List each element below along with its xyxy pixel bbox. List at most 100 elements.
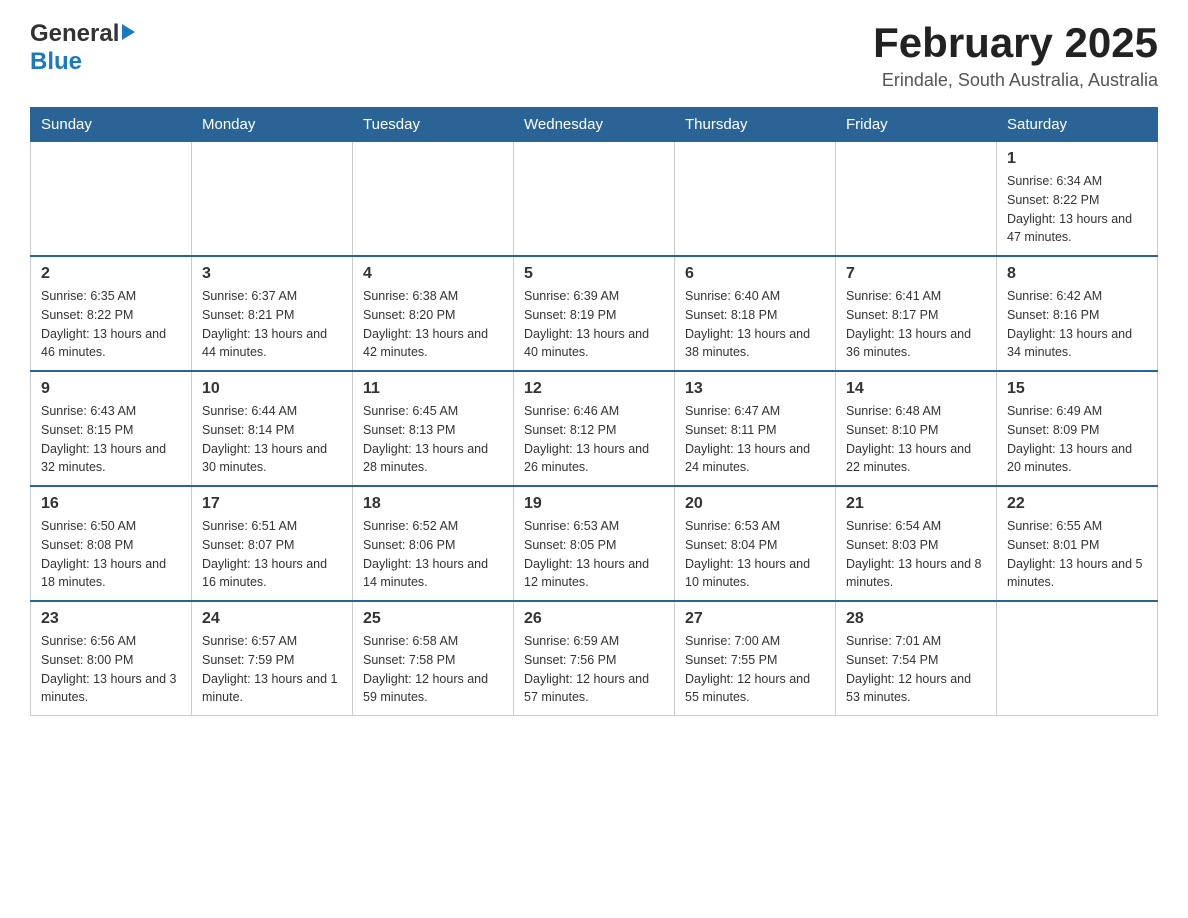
col-friday: Friday xyxy=(836,108,997,142)
calendar-week-row: 9Sunrise: 6:43 AMSunset: 8:15 PMDaylight… xyxy=(31,371,1158,486)
calendar-cell: 24 Sunrise: 6:57 AMSunset: 7:59 PMDayligh… xyxy=(192,601,353,716)
calendar-cell: 25Sunrise: 6:58 AMSunset: 7:58 PMDayligh… xyxy=(353,601,514,716)
calendar-cell: 27 Sunrise: 7:00 AMSunset: 7:55 PMDayligh… xyxy=(675,601,836,716)
calendar-cell xyxy=(192,142,353,257)
col-saturday: Saturday xyxy=(997,108,1158,142)
day-number: 24 xyxy=(202,610,342,628)
logo-general-text: General xyxy=(30,20,119,48)
day-info: Sunrise: 7:00 AMSunset: 7:55 PMDaylight:… xyxy=(685,632,825,707)
day-number: 20 xyxy=(685,495,825,513)
day-info: Sunrise: 6:41 AMSunset: 8:17 PMDaylight:… xyxy=(846,287,986,362)
calendar-cell: 14Sunrise: 6:48 AMSunset: 8:10 PMDayligh… xyxy=(836,371,997,486)
day-info: Sunrise: 6:34 AMSunset: 8:22 PMDaylight:… xyxy=(1007,172,1147,247)
col-sunday: Sunday xyxy=(31,108,192,142)
calendar-cell: 23 Sunrise: 6:56 AMSunset: 8:00 PMDayligh… xyxy=(31,601,192,716)
location-subtitle: Erindale, South Australia, Australia xyxy=(873,70,1158,91)
calendar-cell: 13 Sunrise: 6:47 AMSunset: 8:11 PMDayligh… xyxy=(675,371,836,486)
day-info: Sunrise: 6:40 AMSunset: 8:18 PMDaylight:… xyxy=(685,287,825,362)
day-number: 3 xyxy=(202,265,342,283)
day-info: Sunrise: 6:35 AMSunset: 8:22 PMDaylight:… xyxy=(41,287,181,362)
calendar-cell xyxy=(997,601,1158,716)
day-info: Sunrise: 6:38 AMSunset: 8:20 PMDaylight:… xyxy=(363,287,503,362)
calendar-cell xyxy=(31,142,192,257)
day-info: Sunrise: 6:59 AMSunset: 7:56 PMDaylight:… xyxy=(524,632,664,707)
day-number: 10 xyxy=(202,380,342,398)
col-tuesday: Tuesday xyxy=(353,108,514,142)
day-info: Sunrise: 6:43 AMSunset: 8:15 PMDaylight:… xyxy=(41,402,181,477)
day-info: Sunrise: 6:56 AMSunset: 8:00 PMDaylight:… xyxy=(41,632,181,707)
day-info: Sunrise: 6:42 AMSunset: 8:16 PMDaylight:… xyxy=(1007,287,1147,362)
calendar-cell: 19 Sunrise: 6:53 AMSunset: 8:05 PMDayligh… xyxy=(514,486,675,601)
day-number: 27 xyxy=(685,610,825,628)
calendar-cell: 18 Sunrise: 6:52 AMSunset: 8:06 PMDayligh… xyxy=(353,486,514,601)
day-number: 23 xyxy=(41,610,181,628)
calendar-cell: 2 Sunrise: 6:35 AMSunset: 8:22 PMDaylight… xyxy=(31,256,192,371)
day-number: 18 xyxy=(363,495,503,513)
day-number: 19 xyxy=(524,495,664,513)
logo-blue-text: Blue xyxy=(30,48,82,75)
day-info: Sunrise: 6:46 AMSunset: 8:12 PMDaylight:… xyxy=(524,402,664,477)
day-number: 4 xyxy=(363,265,503,283)
calendar-cell: 3 Sunrise: 6:37 AMSunset: 8:21 PMDaylight… xyxy=(192,256,353,371)
day-info: Sunrise: 6:53 AMSunset: 8:04 PMDaylight:… xyxy=(685,517,825,592)
col-wednesday: Wednesday xyxy=(514,108,675,142)
day-number: 13 xyxy=(685,380,825,398)
day-info: Sunrise: 6:47 AMSunset: 8:11 PMDaylight:… xyxy=(685,402,825,477)
calendar-cell: 11 Sunrise: 6:45 AMSunset: 8:13 PMDayligh… xyxy=(353,371,514,486)
day-number: 6 xyxy=(685,265,825,283)
calendar-cell: 21 Sunrise: 6:54 AMSunset: 8:03 PMDayligh… xyxy=(836,486,997,601)
day-number: 1 xyxy=(1007,150,1147,168)
page-header: General Blue February 2025 Erindale, Sou… xyxy=(30,20,1158,91)
day-info: Sunrise: 6:48 AMSunset: 8:10 PMDaylight:… xyxy=(846,402,986,477)
calendar-cell: 1 Sunrise: 6:34 AMSunset: 8:22 PMDaylight… xyxy=(997,142,1158,257)
logo: General Blue xyxy=(30,20,135,76)
day-number: 15 xyxy=(1007,380,1147,398)
calendar-cell: 20 Sunrise: 6:53 AMSunset: 8:04 PMDayligh… xyxy=(675,486,836,601)
day-number: 16 xyxy=(41,495,181,513)
day-info: Sunrise: 6:51 AMSunset: 8:07 PMDaylight:… xyxy=(202,517,342,592)
calendar-week-row: 23 Sunrise: 6:56 AMSunset: 8:00 PMDayligh… xyxy=(31,601,1158,716)
month-title: February 2025 xyxy=(873,20,1158,66)
calendar-cell: 10 Sunrise: 6:44 AMSunset: 8:14 PMDayligh… xyxy=(192,371,353,486)
day-info: Sunrise: 6:53 AMSunset: 8:05 PMDaylight:… xyxy=(524,517,664,592)
day-info: Sunrise: 6:50 AMSunset: 8:08 PMDaylight:… xyxy=(41,517,181,592)
calendar-cell xyxy=(514,142,675,257)
calendar-week-row: 1 Sunrise: 6:34 AMSunset: 8:22 PMDaylight… xyxy=(31,142,1158,257)
day-number: 28 xyxy=(846,610,986,628)
calendar-cell: 17Sunrise: 6:51 AMSunset: 8:07 PMDayligh… xyxy=(192,486,353,601)
day-number: 2 xyxy=(41,265,181,283)
calendar-cell xyxy=(353,142,514,257)
day-number: 5 xyxy=(524,265,664,283)
calendar-cell: 12 Sunrise: 6:46 AMSunset: 8:12 PMDayligh… xyxy=(514,371,675,486)
calendar-cell xyxy=(675,142,836,257)
calendar-cell: 5 Sunrise: 6:39 AMSunset: 8:19 PMDaylight… xyxy=(514,256,675,371)
day-info: Sunrise: 6:39 AMSunset: 8:19 PMDaylight:… xyxy=(524,287,664,362)
calendar-cell xyxy=(836,142,997,257)
day-info: Sunrise: 6:44 AMSunset: 8:14 PMDaylight:… xyxy=(202,402,342,477)
calendar-table: Sunday Monday Tuesday Wednesday Thursday… xyxy=(30,107,1158,716)
col-thursday: Thursday xyxy=(675,108,836,142)
day-info: Sunrise: 6:45 AMSunset: 8:13 PMDaylight:… xyxy=(363,402,503,477)
day-info: Sunrise: 6:54 AMSunset: 8:03 PMDaylight:… xyxy=(846,517,986,592)
day-info: Sunrise: 6:57 AMSunset: 7:59 PMDaylight:… xyxy=(202,632,342,707)
day-number: 8 xyxy=(1007,265,1147,283)
day-info: Sunrise: 6:37 AMSunset: 8:21 PMDaylight:… xyxy=(202,287,342,362)
calendar-week-row: 16 Sunrise: 6:50 AMSunset: 8:08 PMDayligh… xyxy=(31,486,1158,601)
logo-arrow-icon xyxy=(122,24,135,40)
calendar-cell: 6 Sunrise: 6:40 AMSunset: 8:18 PMDaylight… xyxy=(675,256,836,371)
day-number: 12 xyxy=(524,380,664,398)
title-block: February 2025 Erindale, South Australia,… xyxy=(873,20,1158,91)
day-number: 11 xyxy=(363,380,503,398)
calendar-week-row: 2 Sunrise: 6:35 AMSunset: 8:22 PMDaylight… xyxy=(31,256,1158,371)
day-number: 25 xyxy=(363,610,503,628)
day-number: 7 xyxy=(846,265,986,283)
day-info: Sunrise: 6:52 AMSunset: 8:06 PMDaylight:… xyxy=(363,517,503,592)
calendar-cell: 9Sunrise: 6:43 AMSunset: 8:15 PMDaylight… xyxy=(31,371,192,486)
day-number: 26 xyxy=(524,610,664,628)
calendar-cell: 8 Sunrise: 6:42 AMSunset: 8:16 PMDaylight… xyxy=(997,256,1158,371)
day-number: 22 xyxy=(1007,495,1147,513)
calendar-header-row: Sunday Monday Tuesday Wednesday Thursday… xyxy=(31,108,1158,142)
calendar-cell: 4 Sunrise: 6:38 AMSunset: 8:20 PMDaylight… xyxy=(353,256,514,371)
day-info: Sunrise: 7:01 AMSunset: 7:54 PMDaylight:… xyxy=(846,632,986,707)
day-number: 21 xyxy=(846,495,986,513)
